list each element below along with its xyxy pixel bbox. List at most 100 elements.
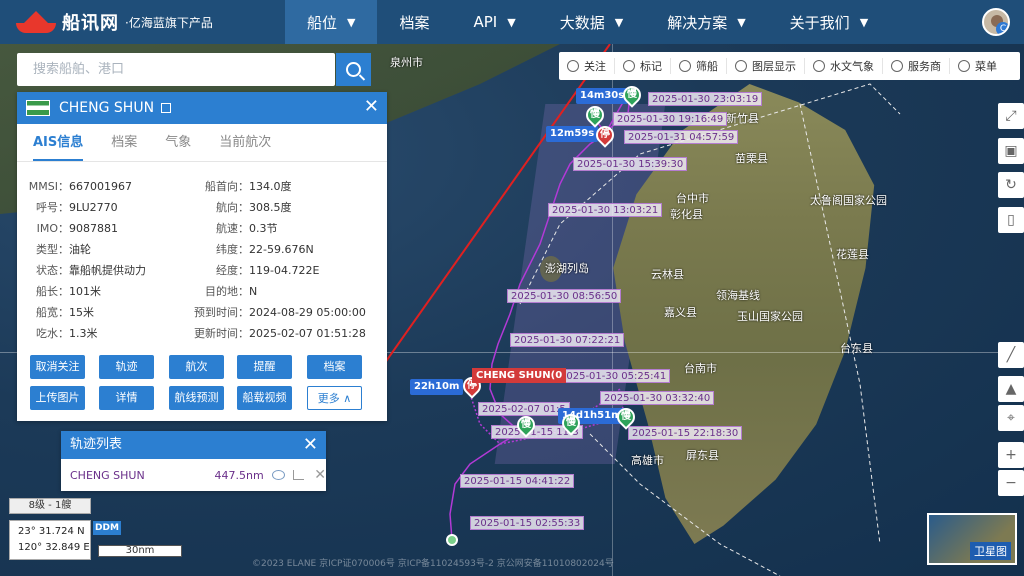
brand-name: 船讯网 xyxy=(62,13,119,34)
track-timestamp-label[interactable]: 2025-01-30 15:39:30 xyxy=(573,157,688,171)
chart-icon[interactable] xyxy=(292,470,305,480)
coordinate-format-toggle[interactable]: DDM xyxy=(93,521,121,535)
slow-marker-icon[interactable]: 慢 xyxy=(582,102,608,128)
track-timestamp-label[interactable]: 2025-01-30 08:56:50 xyxy=(507,289,622,303)
stop-marker-icon[interactable]: 停 xyxy=(592,122,618,148)
cursor-coordinates: 23° 31.724 N 120° 32.849 E xyxy=(9,520,91,560)
locate-button[interactable]: ⌖ xyxy=(998,405,1024,431)
ship-info-panel: CHENG SHUN ✕ AIS信息 档案 气象 当前航次 MMSI：66700… xyxy=(17,92,387,421)
track-timestamp-label[interactable]: 2025-01-30 07:22:21 xyxy=(510,333,625,347)
alert-button[interactable]: 提醒 xyxy=(237,355,292,379)
draft-value: 1.3米 xyxy=(69,327,98,340)
provider-tool[interactable]: 服务商 xyxy=(882,58,949,74)
archive-button[interactable]: 档案 xyxy=(307,355,362,379)
brand-logo[interactable]: 船讯网 ·亿海蓝旗下产品 xyxy=(0,0,285,44)
globe-icon xyxy=(891,60,903,72)
toolbox-button[interactable]: ▣ xyxy=(998,138,1024,164)
nav-item-big-data[interactable]: 大数据 ▼ xyxy=(538,0,645,44)
latitude-value: 22-59.676N xyxy=(249,243,314,256)
tab-archive[interactable]: 档案 xyxy=(111,124,137,161)
nav-item-ship-position[interactable]: 船位 ▼ xyxy=(285,0,378,44)
onboard-video-button[interactable]: 船载视频 xyxy=(237,386,292,410)
cloud-icon xyxy=(813,60,825,72)
menu-tool[interactable]: 菜单 xyxy=(949,58,1005,74)
voyage-button[interactable]: 航次 xyxy=(169,355,224,379)
nav-label: 档案 xyxy=(399,13,430,32)
track-timestamp-label[interactable]: 2025-01-30 05:25:41 xyxy=(556,369,671,383)
compass-button[interactable]: ▲ xyxy=(998,376,1024,402)
vessel-name-label[interactable]: CHENG SHUN(0 xyxy=(472,368,567,383)
route-forecast-button[interactable]: 航线预测 xyxy=(169,386,224,410)
field-label: MMSI： xyxy=(28,180,69,193)
eta-value: 2024-08-29 05:00:00 xyxy=(249,306,366,319)
field-label: 船宽： xyxy=(36,306,69,319)
slow-marker-icon[interactable]: 慢 xyxy=(558,410,584,436)
upload-photo-button[interactable]: 上传图片 xyxy=(30,386,85,410)
share-button[interactable]: ↻ xyxy=(998,172,1024,198)
search-input[interactable]: 搜索船舶、港口 xyxy=(17,53,335,86)
expand-icon: ⤢ xyxy=(1005,108,1017,124)
close-icon[interactable]: ✕ xyxy=(364,98,379,116)
filter-tool[interactable]: 筛船 xyxy=(670,58,726,74)
copyright-text: ©2023 ELANE 京ICP证070006号 京ICP备11024593号-… xyxy=(252,559,614,569)
slow-marker-icon[interactable]: 慢 xyxy=(613,404,639,430)
ship-panel-tabs: AIS信息 档案 气象 当前航次 xyxy=(17,124,387,162)
zoom-in-button[interactable]: + xyxy=(998,442,1024,468)
heading-value: 134.0度 xyxy=(249,180,292,193)
remove-icon[interactable]: ✕ xyxy=(314,467,326,483)
flag-icon xyxy=(26,100,50,116)
ruler-button[interactable]: ╱ xyxy=(998,342,1024,368)
follow-tool[interactable]: 关注 xyxy=(559,58,614,74)
track-button[interactable]: 轨迹 xyxy=(99,355,154,379)
layers-icon xyxy=(735,60,747,72)
track-timestamp-label[interactable]: 2025-01-31 04:57:59 xyxy=(624,130,739,144)
place-label: 台南市 xyxy=(684,362,717,375)
search-icon xyxy=(346,62,361,77)
chevron-down-icon: ▼ xyxy=(347,15,356,29)
tab-ais-info[interactable]: AIS信息 xyxy=(33,124,84,161)
track-timestamp-label[interactable]: 2025-01-30 23:03:19 xyxy=(648,92,763,106)
track-timestamp-label[interactable]: 2025-01-15 22:18:30 xyxy=(628,426,743,440)
chevron-down-icon: ▼ xyxy=(859,15,869,29)
callsign-value: 9LU2770 xyxy=(69,201,118,214)
search-button[interactable] xyxy=(336,53,371,86)
track-timestamp-label[interactable]: 2025-01-30 03:32:40 xyxy=(600,391,715,405)
nav-item-solutions[interactable]: 解决方案 ▼ xyxy=(645,0,767,44)
speed-value: 0.3节 xyxy=(249,222,278,235)
track-timestamp-label[interactable]: 2025-01-30 19:16:49 xyxy=(613,112,728,126)
zoom-out-button[interactable]: − xyxy=(998,470,1024,496)
nav-item-api[interactable]: API ▼ xyxy=(452,0,538,44)
nav-item-archive[interactable]: 档案 xyxy=(377,0,451,44)
close-icon[interactable]: ✕ xyxy=(303,436,318,454)
edit-icon[interactable] xyxy=(161,103,172,113)
unfollow-button[interactable]: 取消关注 xyxy=(30,355,85,379)
tab-current-voyage[interactable]: 当前航次 xyxy=(219,124,271,161)
updated-value: 2025-02-07 01:51:28 xyxy=(249,327,366,340)
field-label: IMO： xyxy=(36,222,69,235)
track-list-item[interactable]: CHENG SHUN 447.5nm ✕ xyxy=(61,459,326,491)
scale-bar: 30nm xyxy=(98,545,182,557)
tab-weather[interactable]: 气象 xyxy=(165,124,191,161)
slow-marker-icon[interactable]: 慢 xyxy=(619,82,645,108)
track-distance: 447.5nm xyxy=(214,468,264,482)
layers-tool[interactable]: 图层显示 xyxy=(726,58,804,74)
track-timestamp-label[interactable]: 2025-01-15 02:55:33 xyxy=(470,516,585,530)
slow-marker-icon[interactable]: 慢 xyxy=(513,412,539,438)
track-ship-name: CHENG SHUN xyxy=(70,468,145,482)
track-list-title: 轨迹列表 xyxy=(70,437,123,452)
nav-item-about-us[interactable]: 关于我们 ▼ xyxy=(768,0,890,44)
fullscreen-button[interactable]: ⤢ xyxy=(998,103,1024,129)
more-button[interactable]: 更多 ∧ xyxy=(307,386,362,410)
ship-panel-header: CHENG SHUN ✕ xyxy=(17,92,387,124)
user-avatar[interactable]: C xyxy=(982,8,1010,36)
mobile-button[interactable]: ▯ xyxy=(998,207,1024,233)
mark-tool[interactable]: 标记 xyxy=(614,58,670,74)
weather-tool[interactable]: 水文气象 xyxy=(804,58,882,74)
track-timestamp-label[interactable]: 2025-01-15 04:41:22 xyxy=(460,474,575,488)
place-label: 彰化县 xyxy=(670,208,703,221)
track-timestamp-label[interactable]: 2025-01-30 13:03:21 xyxy=(548,203,663,217)
satellite-minimap[interactable]: 卫星图 xyxy=(927,513,1017,565)
details-button[interactable]: 详情 xyxy=(99,386,154,410)
track-timestamp-label[interactable]: 2025-02-07 01:5 xyxy=(478,402,570,416)
eye-icon[interactable] xyxy=(271,470,285,480)
